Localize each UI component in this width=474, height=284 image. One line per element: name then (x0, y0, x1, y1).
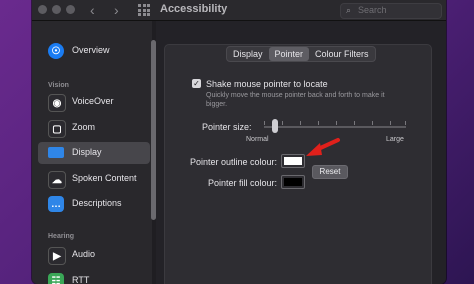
pointer-size-label: Pointer size: (202, 122, 252, 132)
slider-tick (282, 121, 283, 125)
speaker-icon: ▶ (48, 247, 66, 265)
speech-bubble-icon: ☁ (48, 171, 66, 189)
minimize-window-button[interactable] (52, 5, 61, 14)
pointer-size-slider-knob[interactable] (272, 119, 278, 133)
sidebar-item-rtt[interactable]: ☷ RTT (38, 270, 150, 284)
fill-colour-swatch (284, 178, 302, 186)
rtt-icon: ☷ (48, 273, 64, 284)
sidebar-item-descriptions[interactable]: … Descriptions (38, 193, 150, 215)
zoom-window-button[interactable] (66, 5, 75, 14)
tab-display[interactable]: Display (227, 47, 269, 61)
shake-pointer-checkbox[interactable]: ✓ (192, 79, 201, 88)
zoom-icon: ▢ (48, 120, 66, 138)
close-window-button[interactable] (38, 5, 47, 14)
search-placeholder: Search (358, 5, 387, 15)
pointer-outline-label: Pointer outline colour: (190, 157, 278, 167)
annotation-arrow-icon (306, 138, 340, 156)
shake-hint-text-2: bigger. (206, 101, 228, 108)
slider-tick (318, 121, 319, 125)
title-bar: ‹ › Accessibility ⌕ Search (32, 0, 446, 21)
window-title: Accessibility (160, 3, 228, 15)
outline-colour-swatch (284, 157, 302, 165)
sidebar-item-overview[interactable]: ☉ Overview (38, 40, 150, 62)
sidebar: ☉ Overview Vision ◉ VoiceOver ▢ Zoom Dis… (32, 21, 152, 284)
tab-pointer[interactable]: Pointer (268, 47, 310, 61)
slider-tick (405, 121, 406, 125)
pointer-fill-label: Pointer fill colour: (208, 178, 278, 188)
section-header-vision: Vision (48, 82, 69, 89)
size-max-label: Large (386, 136, 404, 143)
slider-tick (264, 121, 265, 125)
sidebar-item-label: Overview (72, 45, 110, 55)
search-icon: ⌕ (346, 5, 352, 15)
back-arrow-icon[interactable]: ‹ (90, 2, 95, 18)
sidebar-item-display[interactable]: Display (38, 142, 150, 164)
slider-tick (300, 121, 301, 125)
accessibility-icon: ☉ (48, 43, 64, 59)
pointer-size-slider-track[interactable] (264, 126, 406, 128)
sidebar-item-spoken-content[interactable]: ☁ Spoken Content (38, 168, 150, 190)
voiceover-icon: ◉ (48, 94, 66, 112)
forward-arrow-icon[interactable]: › (114, 2, 119, 18)
show-all-grid-icon[interactable] (138, 4, 150, 16)
shake-pointer-label: Shake mouse pointer to locate (206, 79, 328, 89)
descriptions-icon: … (48, 196, 64, 212)
sidebar-item-audio[interactable]: ▶ Audio (38, 244, 150, 266)
sidebar-item-label: Audio (72, 249, 96, 259)
tab-colour-filters[interactable]: Colour Filters (309, 47, 375, 61)
sidebar-item-label: Spoken Content (72, 173, 137, 183)
tab-segmented-control: Display Pointer Colour Filters (226, 46, 376, 62)
section-header-hearing: Hearing (48, 233, 75, 240)
sidebar-item-label: Display (72, 147, 102, 157)
slider-tick (390, 121, 391, 125)
sidebar-item-label: Descriptions (72, 198, 122, 208)
pointer-fill-colour-well[interactable] (281, 175, 305, 189)
search-field[interactable]: ⌕ Search (340, 3, 442, 19)
slider-tick (336, 121, 337, 125)
sidebar-item-label: VoiceOver (72, 96, 114, 106)
shake-hint-text: Quickly move the mouse pointer back and … (206, 92, 385, 99)
accessibility-window: ‹ › Accessibility ⌕ Search ☉ Overview Vi… (32, 0, 446, 284)
slider-tick (354, 121, 355, 125)
sidebar-item-label: RTT (72, 275, 90, 284)
sidebar-item-voiceover[interactable]: ◉ VoiceOver (38, 91, 150, 113)
size-min-label: Normal (246, 136, 269, 143)
reset-button[interactable]: Reset (312, 165, 348, 179)
sidebar-item-label: Zoom (72, 122, 96, 132)
sidebar-item-zoom[interactable]: ▢ Zoom (38, 117, 150, 139)
slider-tick (372, 121, 373, 125)
display-icon (48, 147, 64, 158)
